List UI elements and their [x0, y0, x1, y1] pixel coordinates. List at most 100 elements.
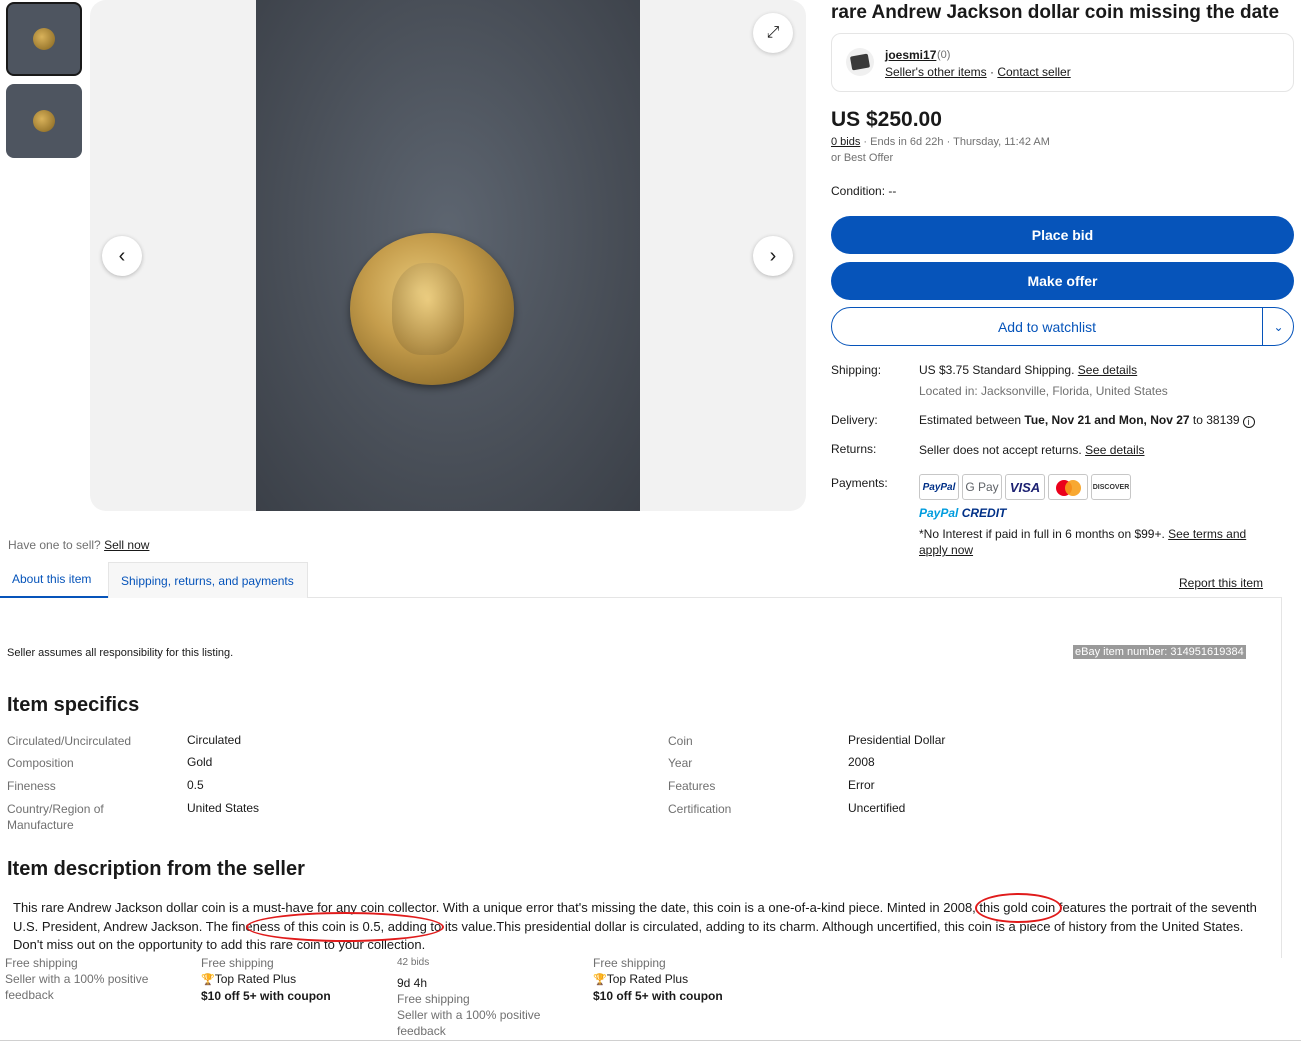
mastercard-logo — [1048, 474, 1088, 500]
expand-icon: ⤢ — [766, 24, 780, 41]
next-image-button[interactable]: › — [753, 236, 793, 276]
related-coupon: $10 off 5+ with coupon — [201, 989, 331, 1003]
spec-value: 0.5 — [187, 778, 204, 792]
delivery-value: Estimated between Tue, Nov 21 and Mon, N… — [919, 413, 1255, 428]
shipping-see-details-link[interactable]: See details — [1078, 363, 1137, 377]
returns-see-details-link[interactable]: See details — [1085, 443, 1144, 457]
discover-logo: DISCOVER — [1091, 474, 1131, 500]
description-text: This rare Andrew Jackson dollar coin is … — [13, 900, 1257, 952]
related-shipping: Free shipping — [593, 956, 666, 970]
seller-name-link[interactable]: joesmi17 — [885, 48, 936, 62]
paypal-logo: PayPal — [919, 474, 959, 500]
bid-count-link[interactable]: 0 bids — [831, 136, 860, 148]
best-offer-text: or Best Offer — [831, 152, 894, 164]
item-number: eBay item number: 314951619384 — [1073, 645, 1246, 659]
annotation-oval-gold-coin — [975, 893, 1062, 923]
returns-value: Seller does not accept returns. See deta… — [919, 443, 1144, 457]
trophy-icon: 🏆 — [201, 974, 215, 986]
related-time-left: 9d 4h — [397, 976, 428, 990]
coin-image — [350, 233, 514, 385]
sell-prompt-text: Have one to sell? — [8, 538, 101, 552]
related-seller-note-2: feedback — [5, 988, 54, 1002]
responsibility-notice: Seller assumes all responsibility for th… — [7, 647, 234, 659]
item-number-label: eBay item number: — [1075, 646, 1168, 658]
listing-photo[interactable] — [256, 0, 640, 511]
payment-methods: PayPal G Pay VISA DISCOVER — [919, 474, 1131, 500]
description-heading: Item description from the seller — [7, 858, 305, 880]
thumbnail-2[interactable] — [6, 84, 82, 158]
google-pay-logo: G Pay — [962, 474, 1002, 500]
spec-value: United States — [187, 801, 260, 815]
seller-links-separator: · — [986, 65, 998, 79]
seller-card: joesmi17 (0) Seller's other items · Cont… — [831, 33, 1294, 92]
chevron-left-icon: ‹ — [118, 244, 126, 267]
previous-image-button[interactable]: ‹ — [102, 236, 142, 276]
report-item-link[interactable]: Report this item — [1179, 576, 1263, 590]
tab-shipping-returns-payments[interactable]: Shipping, returns, and payments — [108, 562, 308, 598]
related-seller-note: Seller with a 100% positive — [5, 972, 149, 986]
item-specifics-heading: Item specifics — [7, 694, 140, 716]
seller-avatar-image — [849, 53, 871, 71]
thumbnail-1[interactable] — [6, 2, 82, 76]
watchlist-control: Add to watchlist ⌄ — [831, 307, 1294, 346]
visa-logo: VISA — [1005, 474, 1045, 500]
chevron-down-icon: ⌄ — [1273, 319, 1284, 334]
payments-label: Payments: — [831, 476, 888, 490]
main-image-viewer: ‹ › ⤢ — [90, 0, 806, 511]
bid-info: 0 bids · Ends in 6d 22h · Thursday, 11:4… — [831, 136, 1050, 148]
seller-links: Seller's other items · Contact seller — [885, 65, 1071, 79]
place-bid-button[interactable]: Place bid — [831, 216, 1294, 254]
bottom-divider — [0, 1040, 1301, 1041]
annotation-oval-fineness — [246, 912, 444, 942]
spec-label: Features — [668, 779, 716, 793]
related-badge: 🏆Top Rated Plus — [201, 971, 331, 988]
delivery-label: Delivery: — [831, 413, 878, 427]
add-to-watchlist-button[interactable]: Add to watchlist — [832, 308, 1262, 345]
spec-label: Certification — [668, 802, 732, 816]
paypal-credit-word-a: PayPal — [919, 506, 959, 520]
spec-value: Gold — [187, 755, 213, 769]
tab-about-this-item[interactable]: About this item — [0, 562, 108, 598]
trophy-icon: 🏆 — [593, 974, 607, 986]
related-item-4[interactable]: Free shipping 🏆Top Rated Plus $10 off 5+… — [593, 955, 723, 1004]
related-shipping: Free shipping — [5, 956, 78, 970]
no-interest-offer: *No Interest if paid in full in 6 months… — [919, 526, 1264, 558]
related-item-3[interactable]: 42 bids 9d 4h Free shipping Seller with … — [397, 955, 540, 1039]
expand-image-button[interactable]: ⤢ — [753, 13, 793, 53]
price: US $250.00 — [831, 108, 942, 131]
related-item-1[interactable]: Free shipping Seller with a 100% positiv… — [5, 955, 148, 1003]
chevron-right-icon: › — [769, 244, 777, 267]
returns-label: Returns: — [831, 442, 877, 456]
related-badge-label: Top Rated Plus — [214, 972, 297, 986]
shipping-value: US $3.75 Standard Shipping. See details — [919, 363, 1137, 377]
seller-feedback-score: (0) — [937, 49, 951, 61]
paypal-credit-logo: PayPal CREDIT — [919, 506, 1006, 520]
spec-value: Uncertified — [848, 801, 906, 815]
seller-other-items-link[interactable]: Seller's other items — [885, 65, 987, 79]
listing-title: rare Andrew Jackson dollar coin missing … — [831, 2, 1280, 23]
info-icon[interactable]: i — [1242, 416, 1255, 428]
related-badge: 🏆Top Rated Plus — [593, 971, 723, 988]
sell-now-link[interactable]: Sell now — [104, 538, 149, 552]
spec-label: Country/Region of Manufacture — [7, 802, 104, 832]
coin-thumbnail-image — [33, 28, 55, 50]
delivery-prefix: Estimated between — [919, 413, 1025, 427]
condition-text: Condition: -- — [831, 184, 897, 198]
watchlist-dropdown-button[interactable]: ⌄ — [1263, 308, 1294, 345]
related-item-2[interactable]: Free shipping 🏆Top Rated Plus $10 off 5+… — [201, 955, 331, 1004]
paypal-credit-word-b: CREDIT — [961, 506, 1007, 520]
item-location: Located in: Jacksonville, Florida, Unite… — [919, 384, 1168, 398]
shipping-cost: US $3.75 Standard Shipping. — [919, 363, 1075, 377]
thumbnail-strip — [6, 2, 86, 166]
contact-seller-link[interactable]: Contact seller — [997, 65, 1070, 79]
spec-value: Presidential Dollar — [848, 733, 946, 747]
spec-value: Error — [848, 778, 875, 792]
spec-value: Circulated — [187, 733, 242, 747]
sell-prompt: Have one to sell? Sell now — [8, 538, 149, 552]
make-offer-button[interactable]: Make offer — [831, 262, 1294, 300]
seller-avatar[interactable] — [846, 48, 874, 76]
spec-label: Composition — [7, 756, 74, 770]
auction-end-time: · Ends in 6d 22h · Thursday, 11:42 AM — [860, 136, 1050, 148]
returns-policy: Seller does not accept returns. — [919, 443, 1082, 457]
related-bids: 42 bids — [397, 957, 430, 968]
